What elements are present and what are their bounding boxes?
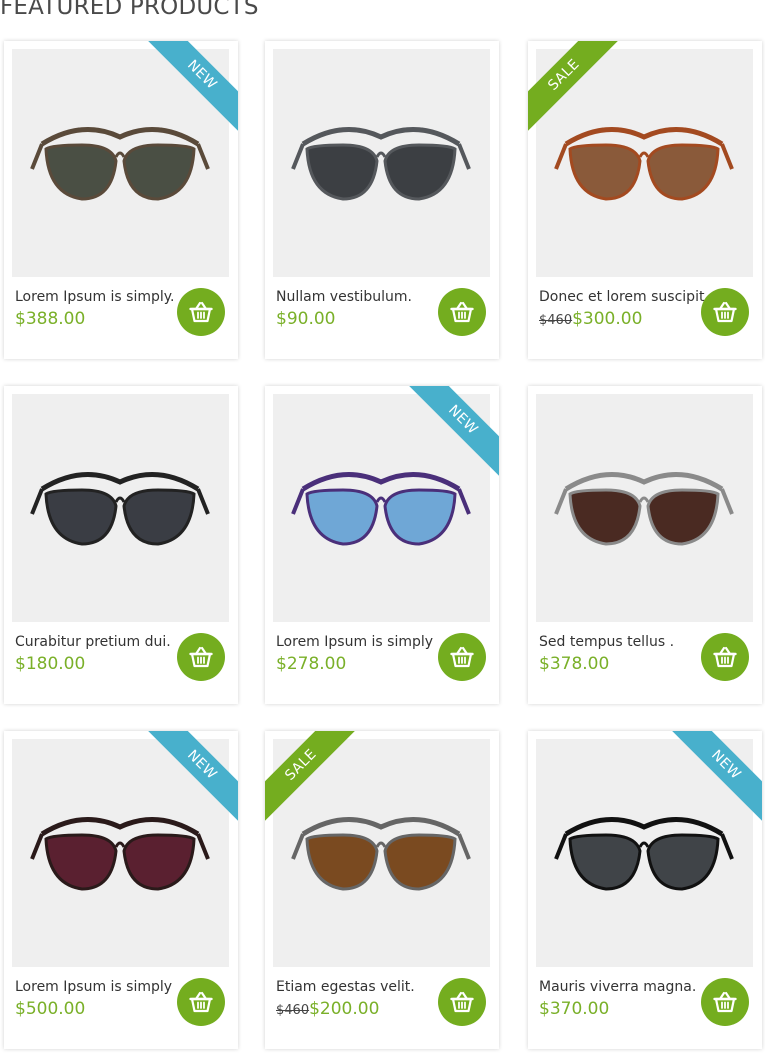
price-row: $370.00: [539, 999, 609, 1019]
price: $370.00: [539, 999, 610, 1019]
add-to-cart-button[interactable]: [701, 633, 749, 681]
add-to-cart-button[interactable]: [438, 633, 486, 681]
add-to-cart-button[interactable]: [177, 633, 225, 681]
product-name[interactable]: Lorem Ipsum is simply: [15, 979, 180, 995]
old-price: $460: [276, 1003, 310, 1018]
price: $300.00: [572, 309, 643, 329]
product-card[interactable]: SALE Etiam egestas velit. $460$200.00: [265, 731, 499, 1049]
add-to-cart-button[interactable]: [177, 288, 225, 336]
price: $90.00: [276, 309, 336, 329]
product-name[interactable]: Nullam vestibulum.: [276, 289, 441, 305]
product-card[interactable]: NEW Lorem Ipsum is simply $278.00: [265, 386, 499, 704]
product-name[interactable]: Curabitur pretium dui.: [15, 634, 180, 650]
product-card[interactable]: NEW Mauris viverra magna. $370.00: [528, 731, 762, 1049]
price-row: $180.00: [15, 654, 85, 674]
product-card[interactable]: SALE Donec et lorem suscipit. $460$300.00: [528, 41, 762, 359]
product-card[interactable]: Curabitur pretium dui. $180.00: [4, 386, 238, 704]
product-name[interactable]: Lorem Ipsum is simply.: [15, 289, 180, 305]
price: $278.00: [276, 654, 347, 674]
price: $200.00: [309, 999, 380, 1019]
price: $180.00: [15, 654, 86, 674]
price: $500.00: [15, 999, 86, 1019]
price-row: $90.00: [276, 309, 335, 329]
price: $388.00: [15, 309, 86, 329]
product-name[interactable]: Donec et lorem suscipit.: [539, 289, 709, 305]
old-price: $460: [539, 313, 573, 328]
price: $378.00: [539, 654, 610, 674]
price-row: $460$200.00: [276, 999, 379, 1019]
product-name[interactable]: Mauris viverra magna.: [539, 979, 704, 995]
sunglasses-image: [554, 471, 734, 546]
product-card[interactable]: NEW Lorem Ipsum is simply. $388.00: [4, 41, 238, 359]
price-row: $460$300.00: [539, 309, 642, 329]
add-to-cart-button[interactable]: [438, 978, 486, 1026]
add-to-cart-button[interactable]: [701, 288, 749, 336]
price-row: $500.00: [15, 999, 85, 1019]
section-title: FEATURED PRODUCTS: [0, 0, 259, 20]
product-name[interactable]: Sed tempus tellus .: [539, 634, 704, 650]
price-row: $278.00: [276, 654, 346, 674]
add-to-cart-button[interactable]: [177, 978, 225, 1026]
price-row: $388.00: [15, 309, 85, 329]
product-card[interactable]: NEW Lorem Ipsum is simply $500.00: [4, 731, 238, 1049]
sunglasses-image: [30, 471, 210, 546]
product-image[interactable]: [12, 394, 229, 622]
product-image[interactable]: [273, 49, 490, 277]
product-image[interactable]: [536, 394, 753, 622]
add-to-cart-button[interactable]: [701, 978, 749, 1026]
product-name[interactable]: Lorem Ipsum is simply: [276, 634, 441, 650]
price-row: $378.00: [539, 654, 609, 674]
product-card[interactable]: Nullam vestibulum. $90.00: [265, 41, 499, 359]
product-card[interactable]: Sed tempus tellus . $378.00: [528, 386, 762, 704]
add-to-cart-button[interactable]: [438, 288, 486, 336]
product-name[interactable]: Etiam egestas velit.: [276, 979, 441, 995]
sunglasses-image: [291, 126, 471, 201]
